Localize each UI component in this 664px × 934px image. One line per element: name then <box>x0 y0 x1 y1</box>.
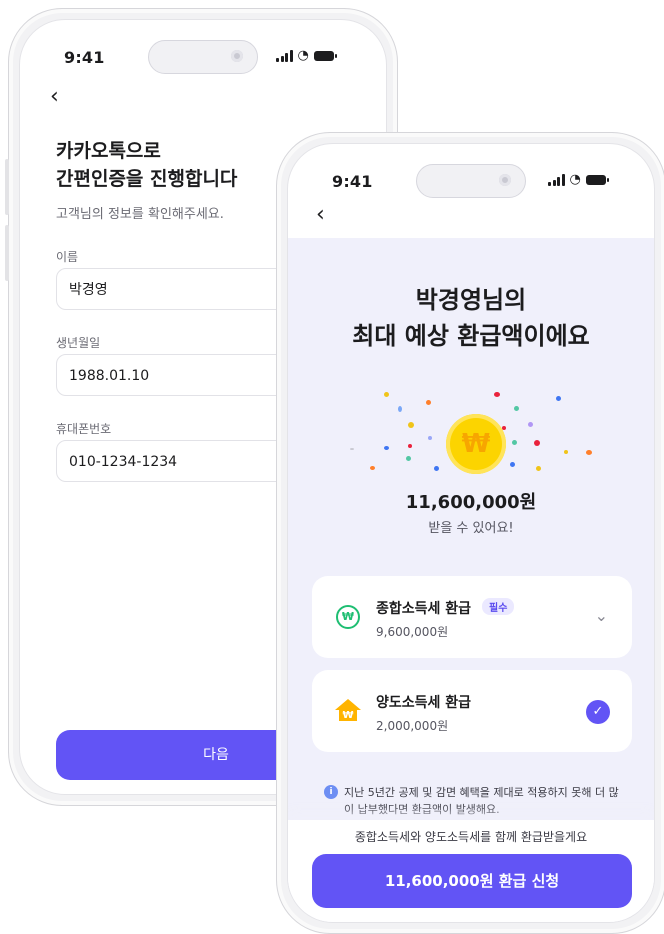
heading-line-1: 카카오톡으로 <box>56 140 161 162</box>
refund-won-icon: ₩ <box>336 605 360 629</box>
camera-icon <box>231 50 243 62</box>
volume-button <box>5 225 9 281</box>
status-icons: ◔ <box>276 48 337 63</box>
birthdate-label: 생년월일 <box>56 336 101 350</box>
card-title: 종합소득세 환급 <box>376 601 472 617</box>
house-won-icon: ₩ <box>335 699 361 721</box>
info-note: i 지난 5년간 공제 및 감면 혜택을 제대로 적용하지 못해 더 많이 납부… <box>324 784 620 818</box>
form-heading: 카카오톡으로 간편인증을 진행합니다 <box>56 137 237 193</box>
status-bar: 9:41 ◔ <box>288 144 654 200</box>
status-bar: 9:41 ◔ <box>20 20 386 76</box>
title-line-2: 최대 예상 환급액이에요 <box>352 322 590 350</box>
phone-front-frame: 9:41 ◔ ‹ 박경영님의 최대 예상 환급액이에요 ₩ 11,600,000… <box>276 132 664 934</box>
back-arrow-icon[interactable]: ‹ <box>50 86 59 108</box>
heading-line-2: 간편인증을 진행합니다 <box>56 168 238 190</box>
status-time: 9:41 <box>332 172 373 191</box>
camera-icon <box>499 174 511 186</box>
wifi-icon: ◔ <box>297 48 309 63</box>
info-icon: i <box>324 785 338 799</box>
volume-button <box>5 159 9 215</box>
name-label: 이름 <box>56 250 79 264</box>
refund-result-screen: 9:41 ◔ ‹ 박경영님의 최대 예상 환급액이에요 ₩ 11,600,000… <box>287 143 655 923</box>
info-text: 지난 5년간 공제 및 감면 혜택을 제대로 적용하지 못해 더 많이 납부했다… <box>344 786 619 816</box>
back-arrow-icon[interactable]: ‹ <box>316 204 325 226</box>
dynamic-island <box>416 164 526 198</box>
result-title: 박경영님의 최대 예상 환급액이에요 <box>288 282 654 354</box>
won-coin-icon: ₩ <box>446 414 506 474</box>
refund-amount: 11,600,000원 <box>405 492 537 513</box>
status-time: 9:41 <box>64 48 105 67</box>
sheet-caption: 종합소득세와 양도소득세를 함께 환급받을게요 <box>354 830 588 844</box>
battery-icon <box>313 51 337 61</box>
dynamic-island <box>148 40 258 74</box>
refund-amount-caption: 받을 수 있어요! <box>428 521 514 536</box>
svg-text:₩: ₩ <box>342 710 353 721</box>
required-badge: 필수 <box>482 598 515 615</box>
card-amount: 2,000,000원 <box>376 719 449 733</box>
card-title: 양도소득세 환급 <box>376 695 472 711</box>
battery-icon <box>585 175 609 185</box>
wifi-icon: ◔ <box>569 172 581 187</box>
check-icon[interactable]: ✓ <box>586 700 610 724</box>
refund-apply-button[interactable]: 11,600,000원 환급 신청 <box>312 854 632 908</box>
form-subtitle: 고객님의 정보를 확인해주세요. <box>56 207 224 222</box>
status-icons: ◔ <box>548 172 609 187</box>
chevron-down-icon[interactable]: ⌄ <box>595 606 608 625</box>
signal-icon <box>548 174 565 186</box>
card-amount: 9,600,000원 <box>376 625 449 639</box>
phone-label: 휴대폰번호 <box>56 422 112 436</box>
capital-gains-refund-card[interactable]: ₩ 양도소득세 환급 2,000,000원 ✓ <box>312 670 632 752</box>
title-line-1: 박경영님의 <box>415 286 527 314</box>
signal-icon <box>276 50 293 62</box>
income-tax-refund-card[interactable]: ₩ 종합소득세 환급 필수 9,600,000원 ⌄ <box>312 576 632 658</box>
